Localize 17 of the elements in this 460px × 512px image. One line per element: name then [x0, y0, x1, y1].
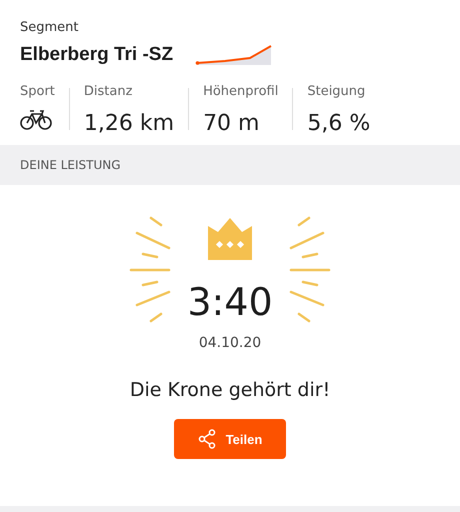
segment-caption: Segment	[20, 20, 80, 35]
section-heading: DEINE LEISTUNG	[20, 158, 121, 172]
bicycle-icon	[20, 108, 52, 130]
stat-label: Sport	[20, 84, 55, 99]
crown-icon	[206, 216, 254, 262]
stat-label: Höhenprofil	[203, 84, 278, 99]
segment-title: Elberberg Tri -SZ	[20, 44, 174, 66]
crown-message: Die Krone gehört dir!	[130, 379, 330, 401]
stat-label: Distanz	[84, 84, 134, 99]
stat-value: 5,6 %	[307, 112, 370, 136]
share-button[interactable]: Teilen	[174, 419, 286, 459]
share-icon	[198, 429, 216, 449]
stat-value: 1,26 km	[84, 112, 174, 136]
result-date: 04.10.20	[198, 335, 262, 351]
result-time: 3:40	[187, 280, 273, 324]
stat-value: 70 m	[203, 112, 260, 136]
stat-label: Steigung	[307, 84, 366, 99]
